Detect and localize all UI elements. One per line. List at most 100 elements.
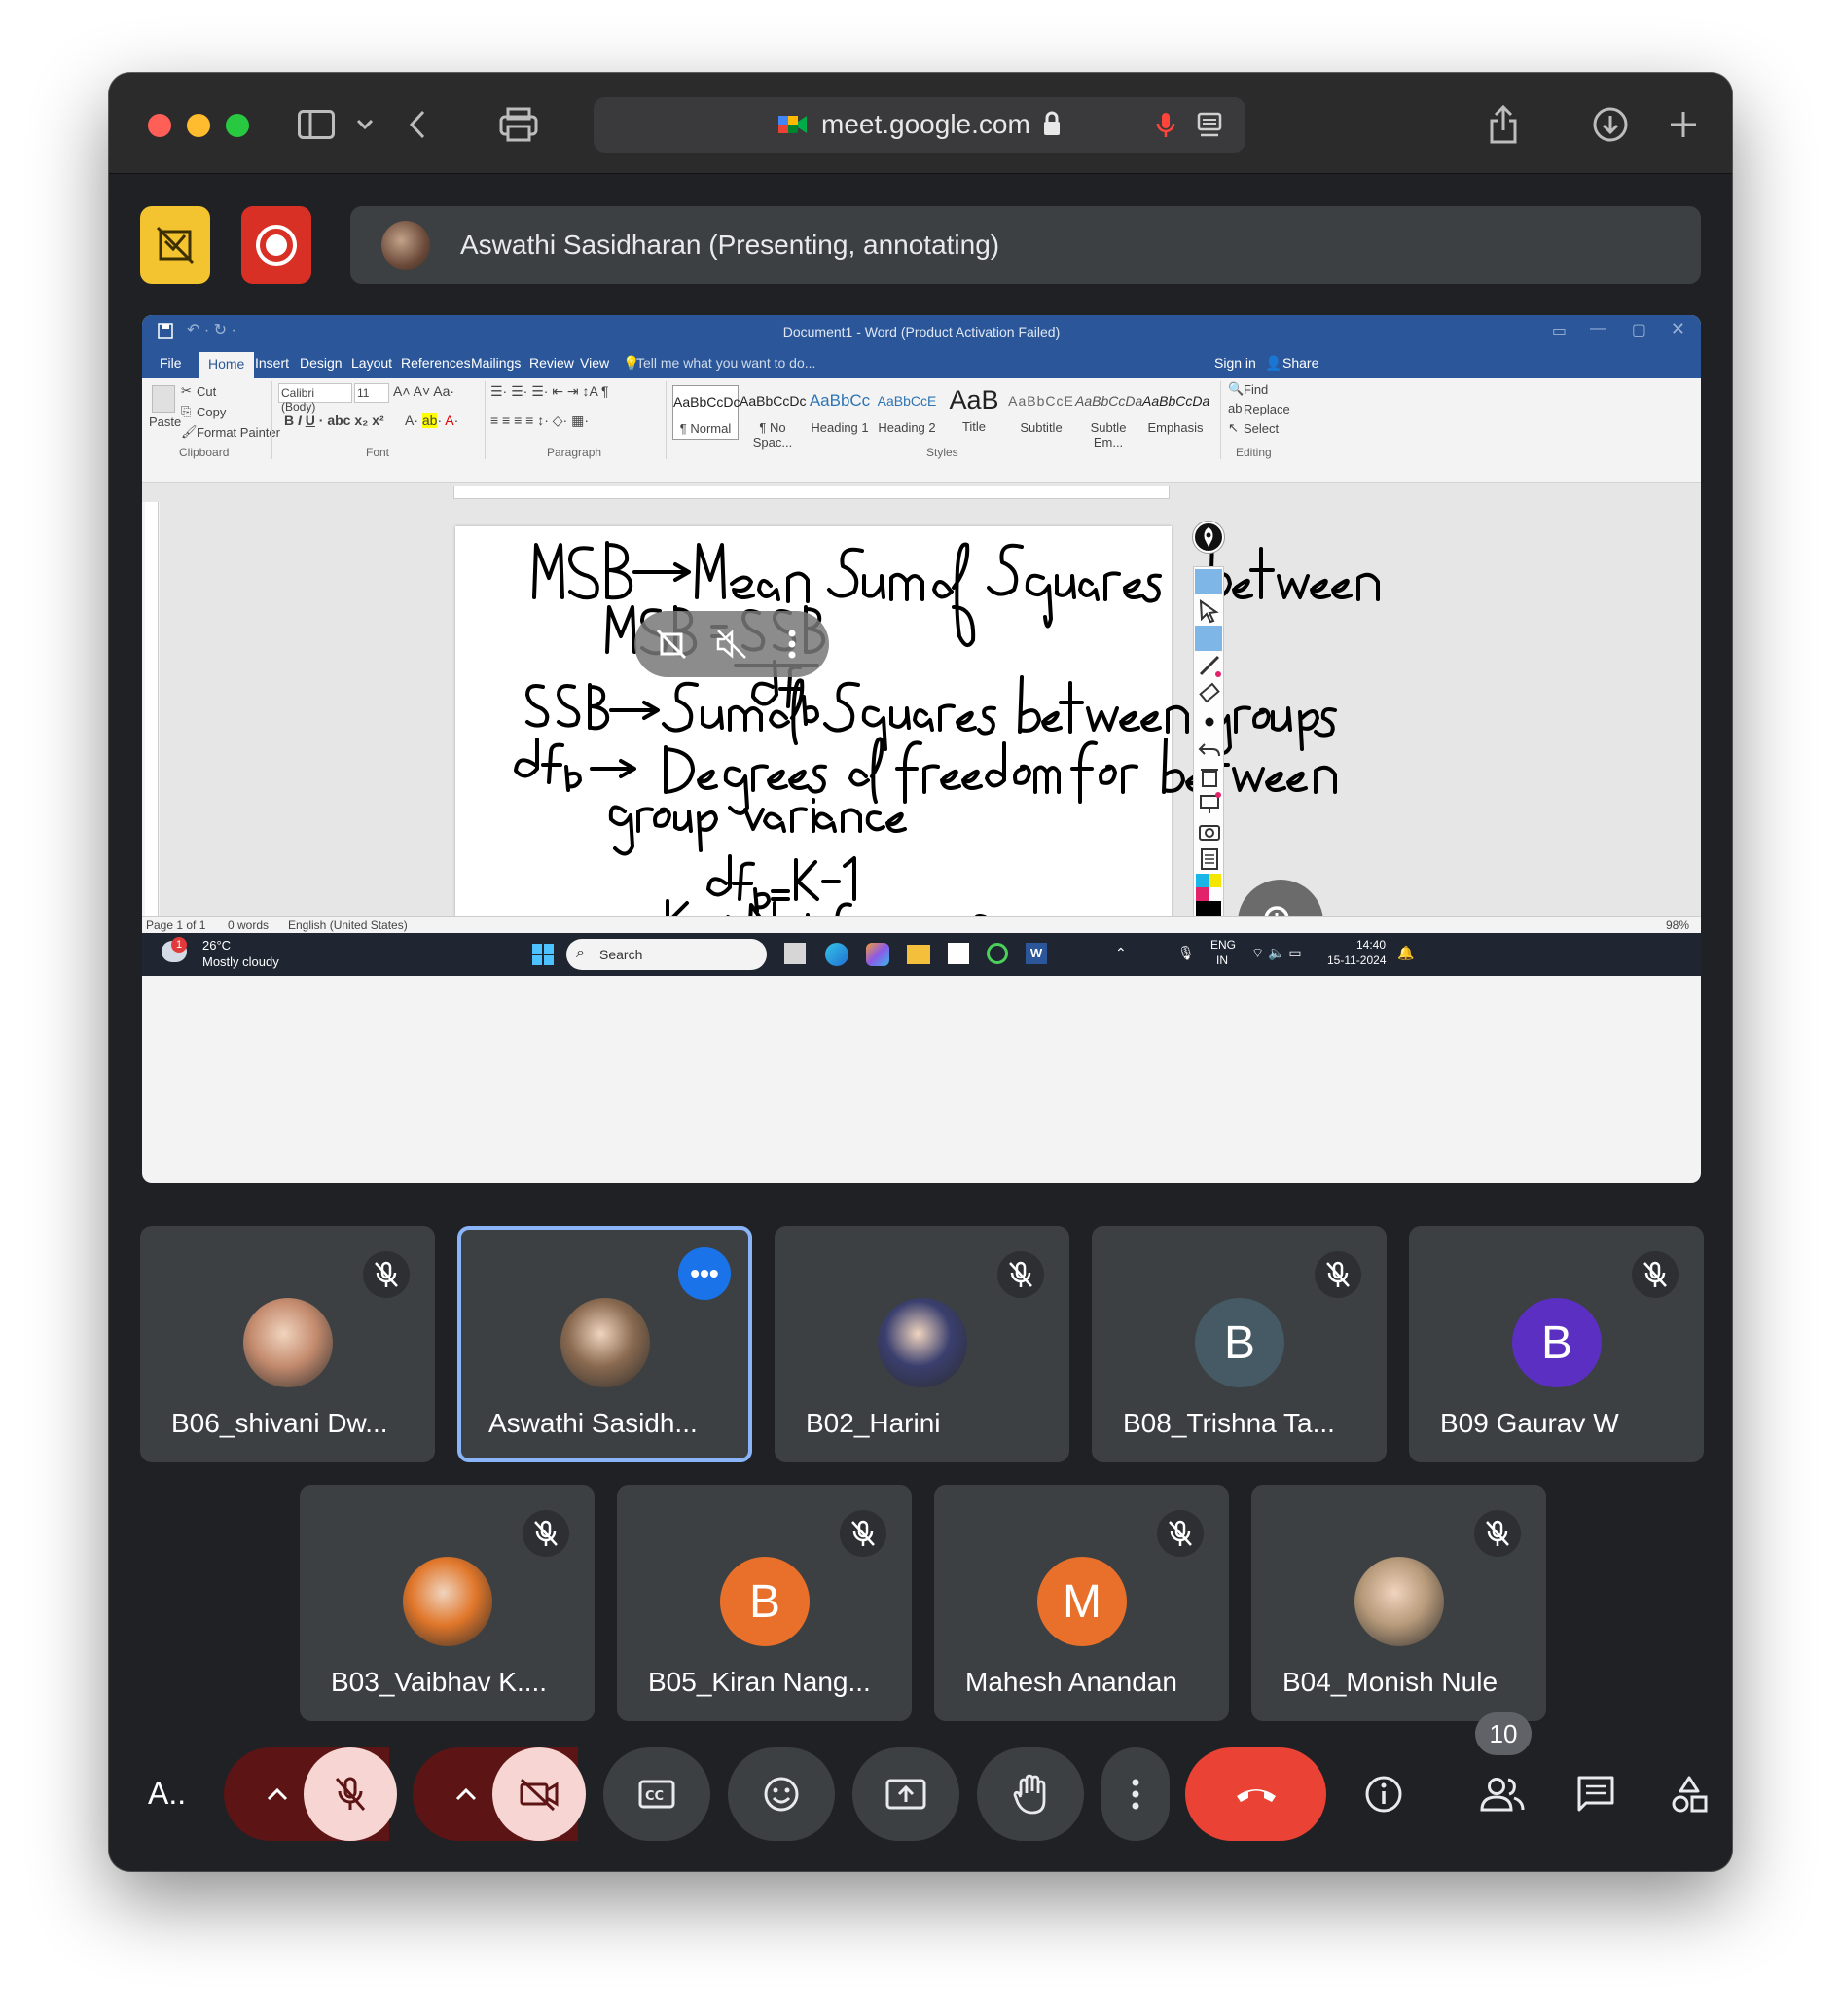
meeting-details-button[interactable] [1345,1747,1423,1841]
avatar: B [720,1557,810,1646]
notification-icon: 🔔 [1397,945,1415,960]
participant-tile[interactable]: B B09 Gaurav W [1409,1226,1704,1462]
back-icon[interactable] [395,102,440,147]
screen-share-indicator-icon[interactable] [1197,111,1222,140]
undo-icon [1198,743,1220,757]
brush-size-icon [1205,717,1214,727]
self-name-label: A.. [148,1776,187,1811]
whiteboard-icon [1200,792,1221,813]
participant-tile[interactable]: B04_Monish Nule [1251,1485,1546,1721]
shared-screen: ↶ · ↻ · Document1 - Word (Product Activa… [142,315,1701,1183]
eraser-icon [1199,682,1220,703]
participant-tile[interactable]: B03_Vaibhav K.... [300,1485,595,1721]
sidebar-icon[interactable] [294,102,339,147]
ink-annotations [514,539,1380,959]
captions-button[interactable]: CC [603,1747,710,1841]
avatar [1354,1557,1444,1646]
address-bar[interactable]: meet.google.com [594,97,1245,153]
presenter-label: Aswathi Sasidharan (Presenting, annotati… [460,230,1000,260]
participant-name: B02_Harini [806,1408,941,1438]
windows-start-icon [532,944,554,965]
mic-off-icon [335,1777,366,1811]
participant-tile[interactable]: B B05_Kiran Nang... [617,1485,912,1721]
more-options-button[interactable] [1101,1747,1170,1841]
activities-icon [1672,1776,1708,1813]
edge-icon [825,943,848,966]
stop-annotating-button[interactable] [140,206,210,284]
avatar [403,1557,492,1646]
weather-badge: 1 [171,937,187,953]
browser-toolbar: meet.google.com [109,73,1732,174]
chat-button[interactable] [1557,1747,1635,1841]
highlighter-icon [1195,626,1222,651]
closed-captions-icon: CC [638,1780,675,1809]
print-icon[interactable] [496,102,541,147]
volume-muted-icon[interactable] [714,627,749,662]
recording-button[interactable] [241,206,311,284]
avatar: B [1512,1298,1602,1387]
more-vert-icon [1132,1779,1139,1810]
meet-logo-icon [778,116,807,133]
avatar [878,1298,967,1387]
mic-muted-icon [997,1251,1044,1298]
language-status: English (United States) [288,918,408,932]
present-now-button[interactable] [852,1747,959,1841]
task-view-icon [784,943,806,964]
participant-name: B06_shivani Dw... [171,1408,388,1438]
windows-taskbar: 1 26°C Mostly cloudy ⌕ Search W ⌃ 🎙 ENG … [142,933,1701,976]
chevron-down-icon[interactable] [343,102,387,147]
store-icon [948,943,969,964]
pen-icon [1199,655,1221,677]
eye-icon [1195,569,1222,594]
taskbar-search-box: ⌕ Search [566,939,767,970]
avatar: M [1037,1557,1127,1646]
participant-tile[interactable]: ••• Aswathi Sasidh... [457,1226,752,1462]
reactions-button[interactable] [728,1747,835,1841]
activities-button[interactable] [1650,1747,1728,1841]
mic-muted-icon [523,1510,569,1557]
participant-tile[interactable]: B B08_Trishna Ta... [1092,1226,1387,1462]
close-window-button[interactable] [148,114,171,137]
weather-temp: 26°C [202,938,232,953]
chevron-up-icon [267,1787,288,1801]
camera-off-icon [520,1778,559,1812]
taskbar-search-text: Search [599,947,643,962]
zoom-window-button[interactable] [226,114,249,137]
participant-tile[interactable]: B02_Harini [775,1226,1069,1462]
camera-icon [1199,825,1220,841]
color-magenta-swatch [1196,887,1209,901]
raise-hand-button[interactable] [977,1747,1084,1841]
url-text: meet.google.com [821,109,1030,139]
lock-icon [1044,111,1060,135]
participant-name: Aswathi Sasidh... [488,1408,698,1438]
participant-tile[interactable]: B06_shivani Dw... [140,1226,435,1462]
share-icon[interactable] [1481,102,1526,147]
presenter-avatar [381,221,430,270]
more-options-button[interactable]: ••• [678,1247,731,1300]
tray-chevron-icon: ⌃ [1115,945,1127,960]
download-icon[interactable] [1588,102,1633,147]
app-icon [987,943,1008,964]
emoji-icon [764,1777,799,1812]
minimize-window-button[interactable] [187,114,210,137]
record-icon [256,225,297,266]
share-overlay-controls [634,611,829,677]
microphone-active-icon[interactable] [1156,111,1175,140]
stop-annotation-overlay-icon[interactable] [654,627,689,662]
participant-tile[interactable]: M Mahesh Anandan [934,1485,1229,1721]
people-button[interactable] [1463,1747,1541,1841]
wifi-volume-battery-icons: ⌔ 🔈 ▭ [1251,945,1302,960]
svg-text:CC: CC [645,1789,664,1804]
leave-call-button[interactable] [1185,1747,1326,1841]
presenter-banner: Aswathi Sasidharan (Presenting, annotati… [350,206,1701,284]
chat-icon [1577,1776,1614,1812]
annotation-toolbar-logo-icon [1193,522,1224,553]
camera-toggle-button[interactable] [492,1747,586,1841]
mic-muted-icon [1157,1510,1204,1557]
microphone-toggle-button[interactable] [304,1747,397,1841]
annotate-off-icon [156,226,195,265]
mic-muted-icon [1632,1251,1679,1298]
mic-muted-icon [1315,1251,1361,1298]
more-options-icon[interactable] [786,627,798,662]
new-tab-icon[interactable] [1661,102,1706,147]
